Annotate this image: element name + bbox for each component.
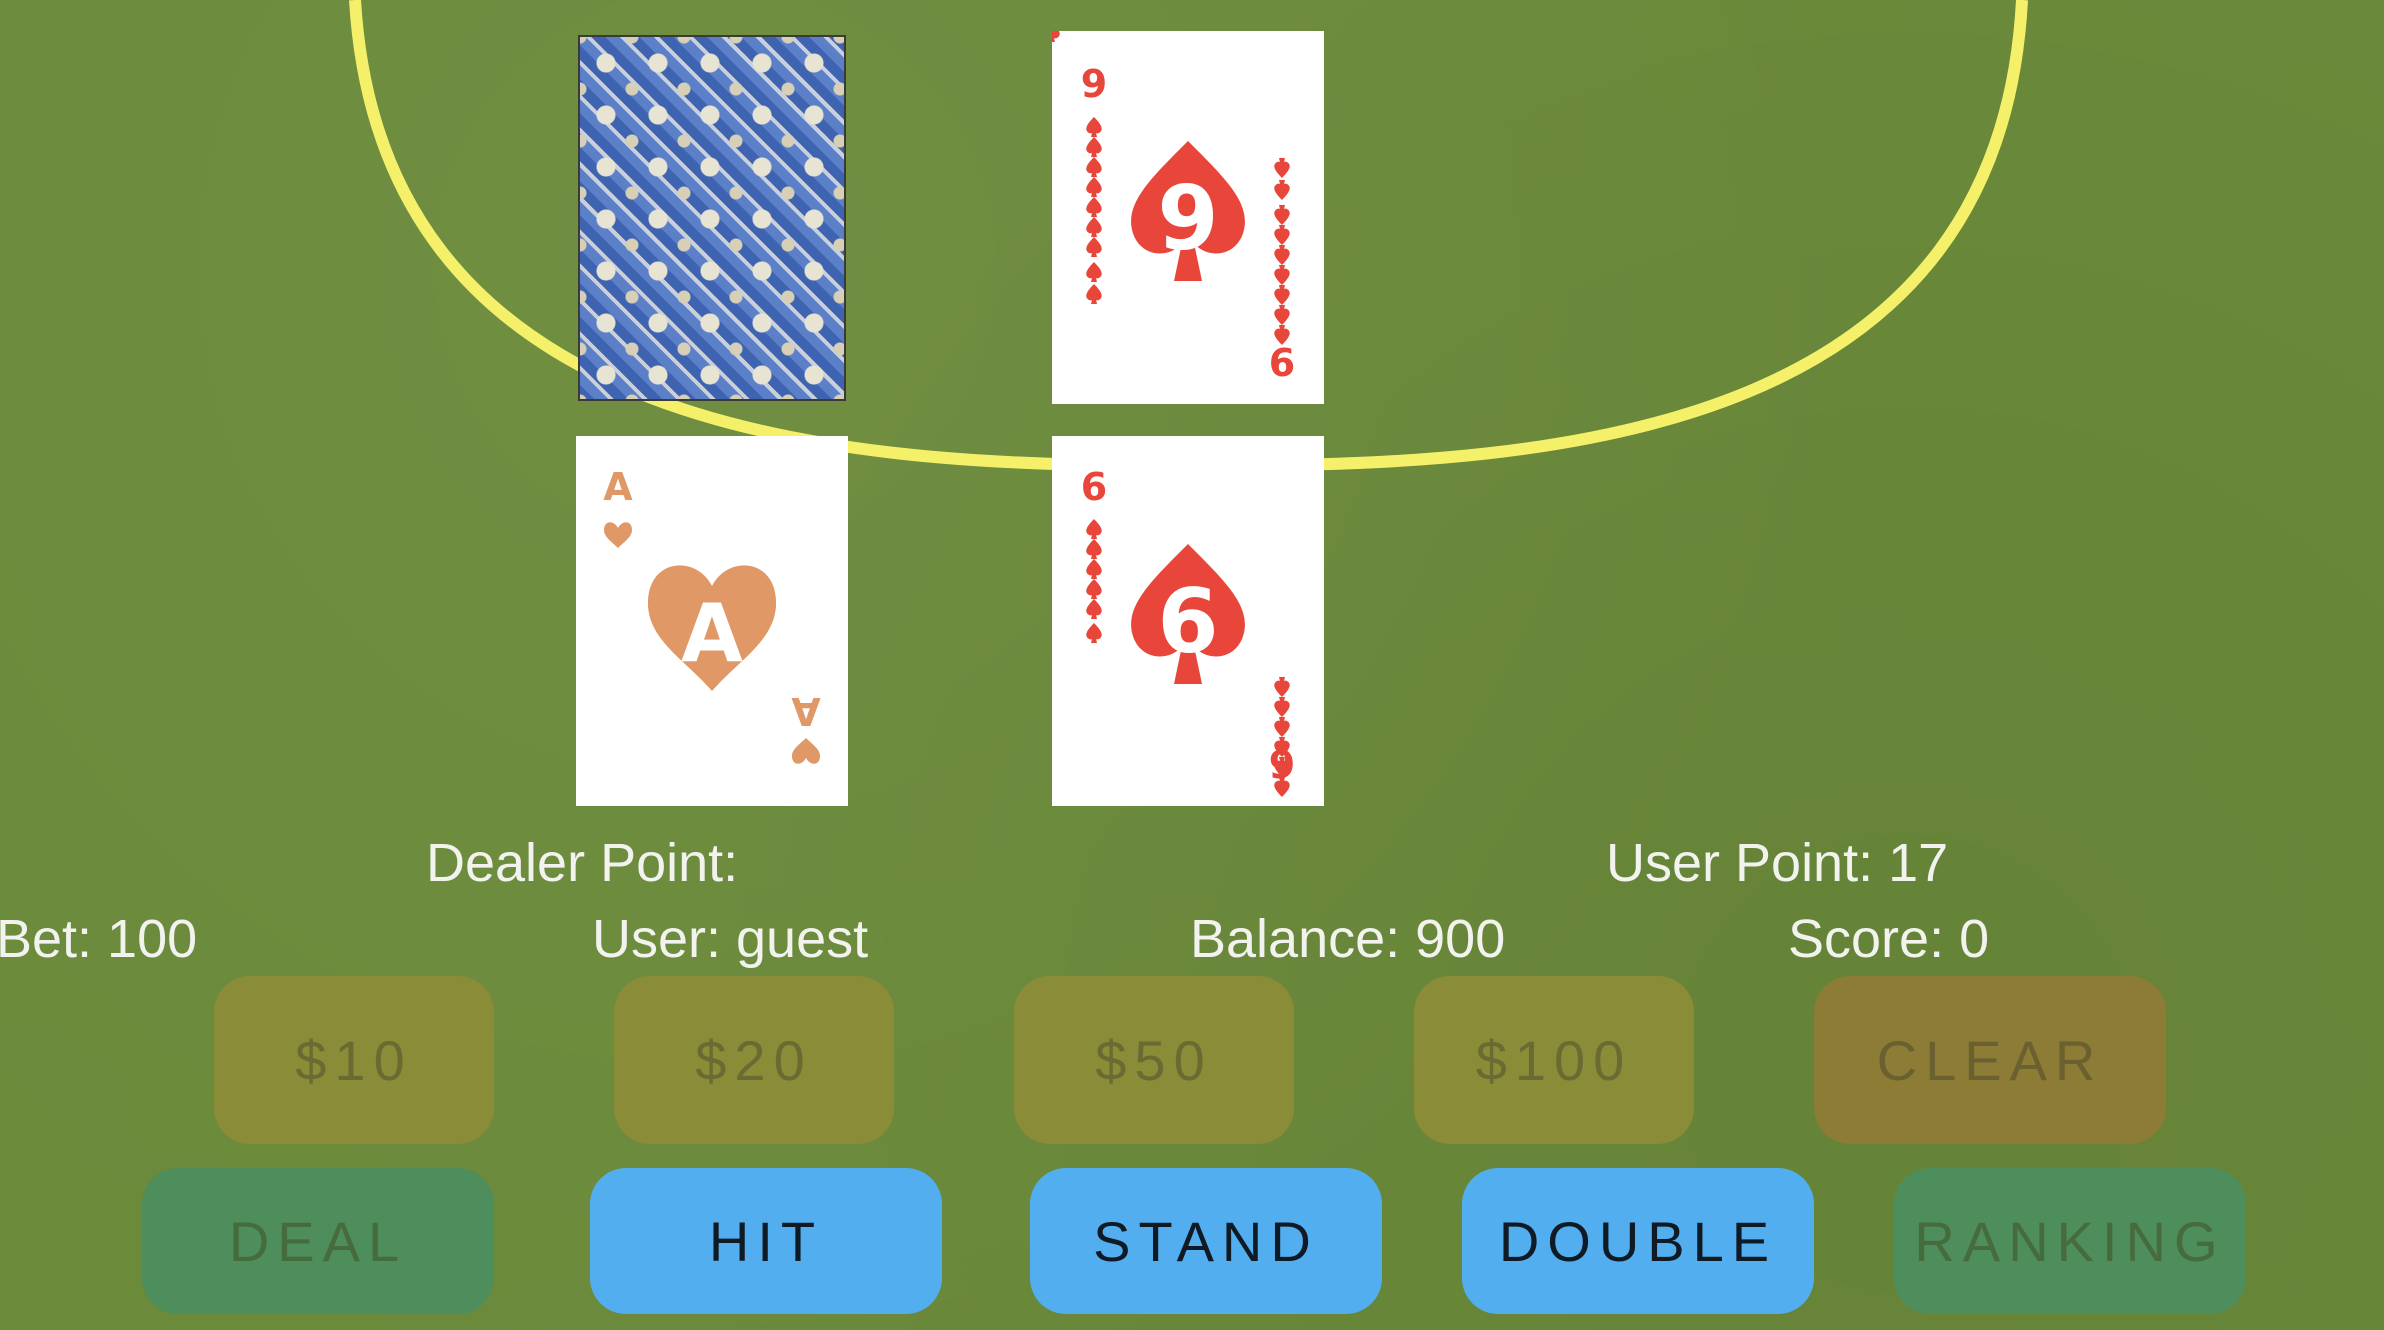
- ranking-button[interactable]: RANKING: [1894, 1168, 2246, 1314]
- user-point: User Point: 17: [1606, 833, 1949, 893]
- chip-100-button[interactable]: $100: [1414, 976, 1694, 1144]
- svg-text:A: A: [681, 587, 743, 680]
- dealer-card-hidden: [578, 35, 846, 401]
- balance: Balance: 900: [1190, 909, 1506, 969]
- svg-text:6: 6: [1081, 465, 1107, 509]
- stand-button[interactable]: STAND: [1030, 1168, 1382, 1314]
- dealer-card-nine-of-spades: 9 6 9: [1052, 31, 1324, 404]
- chip-10-button[interactable]: $10: [214, 976, 494, 1144]
- svg-text:9: 9: [1157, 167, 1218, 270]
- spade-icon: 6 9 6: [1081, 465, 1295, 797]
- dealer-point: Dealer Point:: [426, 833, 739, 893]
- deal-button[interactable]: DEAL: [142, 1168, 494, 1314]
- user-card-six-of-spades: 6 9 6: [1052, 436, 1324, 806]
- chip-50-button[interactable]: $50: [1014, 976, 1294, 1144]
- svg-text:9: 9: [1081, 62, 1107, 106]
- user-name: User: guest: [592, 909, 869, 969]
- hit-button[interactable]: HIT: [590, 1168, 942, 1314]
- bet-amount: Bet: 100: [0, 909, 198, 969]
- heart-icon: A A A: [603, 465, 821, 764]
- clear-button[interactable]: CLEAR: [1814, 976, 2166, 1144]
- svg-text:6: 6: [1157, 570, 1218, 673]
- chip-20-button[interactable]: $20: [614, 976, 894, 1144]
- svg-text:6: 6: [1269, 341, 1295, 385]
- svg-text:9: 9: [1269, 743, 1295, 787]
- svg-text:A: A: [603, 465, 633, 509]
- double-button[interactable]: DOUBLE: [1462, 1168, 1814, 1314]
- svg-text:A: A: [791, 689, 821, 733]
- user-card-ace-of-hearts: A A A: [576, 436, 848, 806]
- spade-icon: 9 6 9: [1052, 31, 1295, 385]
- score: Score: 0: [1788, 909, 1990, 969]
